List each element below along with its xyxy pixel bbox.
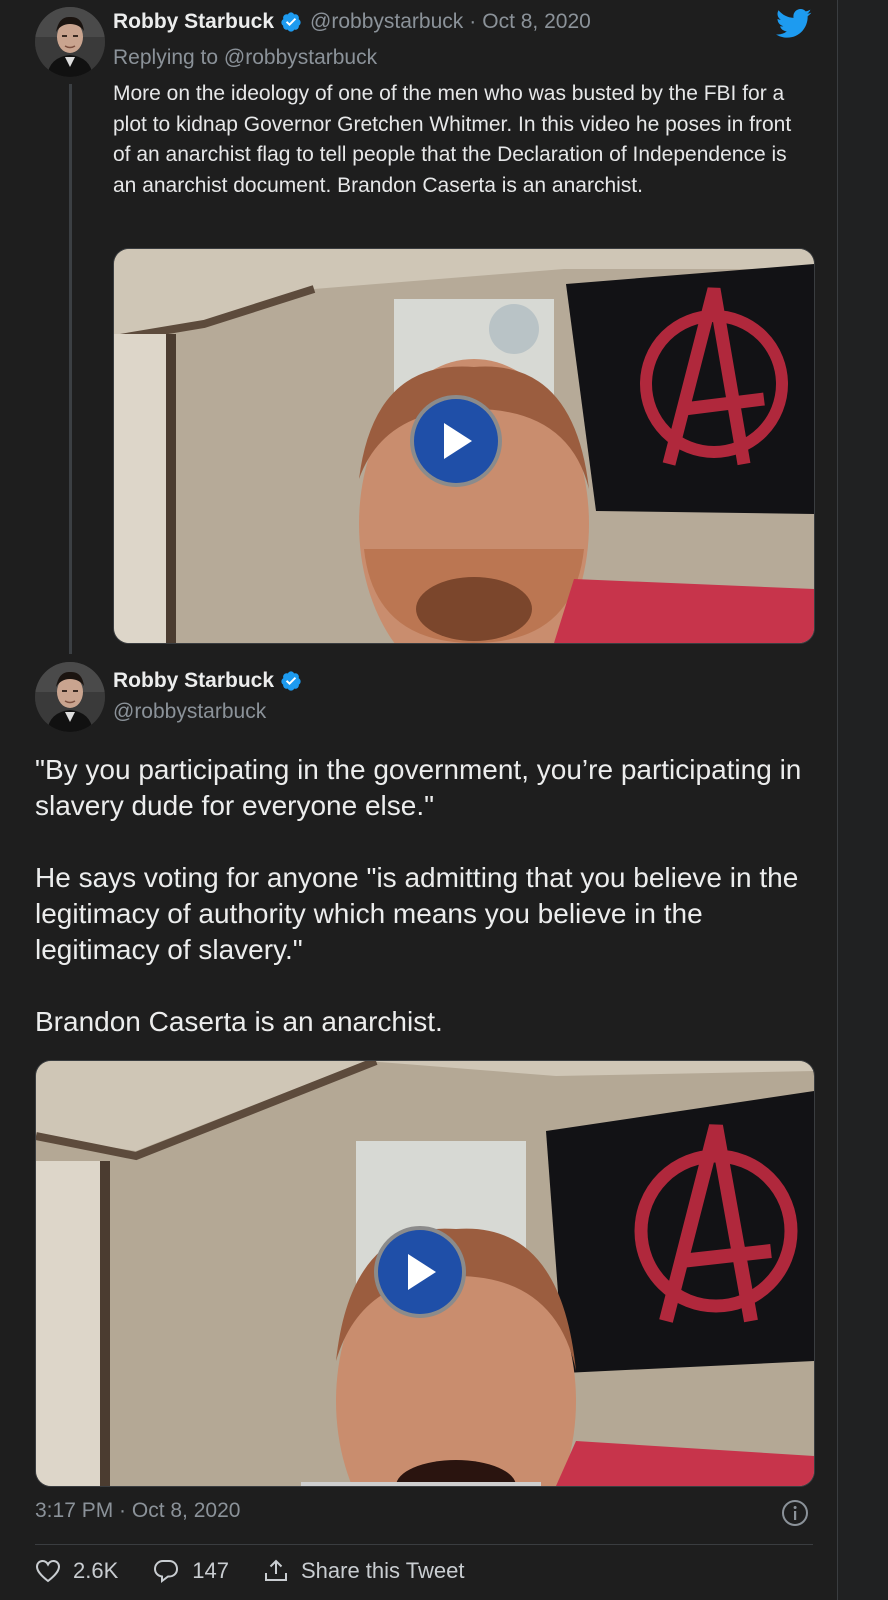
heart-icon (35, 1559, 61, 1583)
page-margin (838, 0, 888, 1600)
reply-count: 147 (192, 1558, 229, 1583)
thread-connector-line (69, 84, 72, 654)
verified-badge-icon (280, 11, 302, 33)
tweet1-video[interactable] (113, 248, 815, 644)
tweet2-paragraph-2: He says voting for anyone "is admitting … (35, 862, 799, 965)
replying-to[interactable]: Replying to @robbystarbuck (113, 46, 377, 70)
separator-dot: · (469, 10, 477, 33)
twitter-bird-icon[interactable] (776, 8, 812, 40)
tweet-date[interactable]: Oct 8, 2020 (482, 10, 591, 34)
like-action[interactable]: 2.6K (35, 1558, 118, 1584)
share-icon (264, 1559, 287, 1581)
share-action[interactable]: Share this Tweet (263, 1558, 464, 1584)
reply-action[interactable]: 147 (152, 1558, 229, 1584)
author-name[interactable]: Robby Starbuck (113, 10, 274, 34)
tweet1-text: More on the ideology of one of the men w… (113, 82, 792, 197)
play-icon (408, 1254, 436, 1290)
tweet-thread-card: Robby Starbuck @robbystarbuck · Oct 8, 2… (0, 0, 838, 1600)
author-name-2[interactable]: Robby Starbuck (113, 669, 274, 693)
verified-badge-icon (280, 670, 302, 692)
actions-divider (35, 1544, 813, 1545)
tweet2-paragraph-3: Brandon Caserta is an anarchist. (35, 1006, 443, 1037)
tweet2-header: Robby Starbuck (113, 669, 302, 693)
tweet2-paragraph-1: "By you participating in the government,… (35, 754, 802, 821)
author-handle-2[interactable]: @robbystarbuck (113, 700, 266, 724)
author-handle[interactable]: @robbystarbuck (310, 10, 463, 34)
like-count: 2.6K (73, 1558, 119, 1583)
play-button-2[interactable] (374, 1226, 466, 1318)
tweet2-video[interactable] (35, 1060, 815, 1487)
info-icon[interactable] (781, 1499, 809, 1527)
author-avatar[interactable] (35, 7, 105, 77)
tweet1-header: Robby Starbuck @robbystarbuck · Oct 8, 2… (113, 10, 591, 34)
tweet-timestamp[interactable]: 3:17 PM · Oct 8, 2020 (35, 1499, 240, 1523)
play-button[interactable] (410, 395, 502, 487)
tweet-actions: 2.6K 147 Share this Tweet (35, 1558, 498, 1584)
share-label: Share this Tweet (300, 1558, 465, 1583)
play-icon (444, 423, 472, 459)
author-avatar-2[interactable] (35, 662, 105, 732)
tweet2-text: "By you participating in the government,… (35, 752, 825, 1076)
reply-icon (154, 1560, 179, 1583)
